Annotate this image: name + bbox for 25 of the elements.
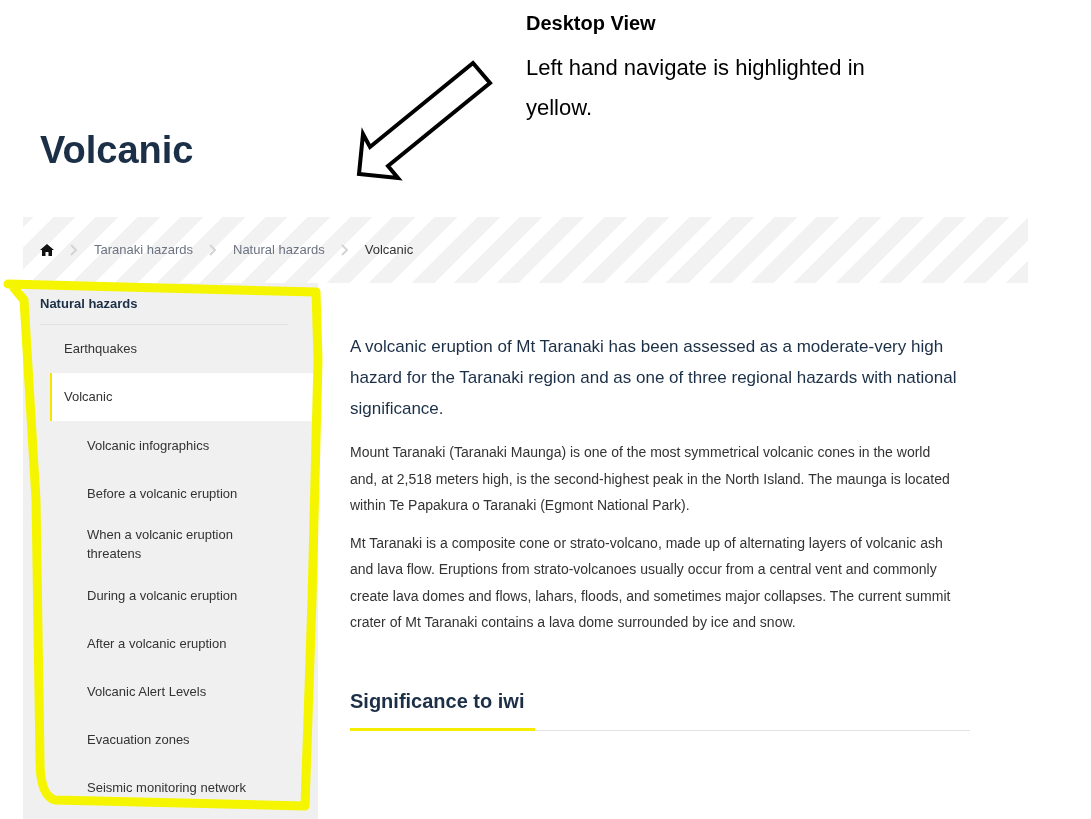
breadcrumb-current: Volcanic: [364, 241, 414, 260]
chevron-icon: [70, 244, 78, 256]
nav-subitem[interactable]: During a volcanic eruption: [87, 571, 262, 619]
nav-subitem[interactable]: Volcanic Alert Levels: [87, 667, 262, 715]
nav-subitem[interactable]: Before a volcanic eruption: [87, 469, 262, 517]
breadcrumb-link[interactable]: Taranaki hazards: [94, 240, 193, 260]
nav-heading[interactable]: Natural hazards: [40, 283, 288, 325]
nav-item[interactable]: Earthquakes: [50, 325, 318, 373]
lead-paragraph: A volcanic eruption of Mt Taranaki has been assessed as a moderate-very high hazard for the Taranaki region and as one of three regional hazards with national significance.: [350, 336, 958, 420]
home-icon[interactable]: [40, 244, 54, 256]
body-paragraph: Mt Taranaki is a composite cone or strato-volcano, made up of alternating layers of volcanic ash and lava flow. Eruptions from strato-volcanoes usually occur from a central vent and commonly create lava domes and flows, lahars, floods, and sometimes major collapses. The current summit crater of Mt Taranaki contains a lava dome surrounded by ice and snow.: [350, 533, 952, 632]
nav-subitem[interactable]: Seismic monitoring network: [87, 763, 262, 811]
annotation-note: Left hand navigate is highlighted in yellow.: [526, 54, 866, 122]
breadcrumb-link[interactable]: Natural hazards: [233, 240, 325, 260]
chevron-icon: [209, 244, 217, 256]
nav-subitem[interactable]: When a volcanic eruption threatens: [87, 517, 262, 571]
annotation-title: Desktop View: [526, 11, 657, 36]
chevron-icon: [340, 244, 349, 256]
page-title: Volcanic: [40, 128, 195, 173]
arrow-icon: [355, 58, 495, 182]
nav-subitem[interactable]: After a volcanic eruption: [87, 619, 262, 667]
nav-subitem[interactable]: Volcanic infographics: [87, 421, 262, 469]
body-paragraph: Mount Taranaki (Taranaki Maunga) is one of the most symmetrical volcanic cones in the world and, at 2,518 meters high, is the second-highest peak in the North Island. The maunga is located within Te Papakura o Taranaki (Egmont National Park).: [350, 443, 951, 515]
nav-subitem[interactable]: Evacuation zones: [87, 715, 262, 763]
section-heading: Significance to iwi: [350, 688, 526, 714]
